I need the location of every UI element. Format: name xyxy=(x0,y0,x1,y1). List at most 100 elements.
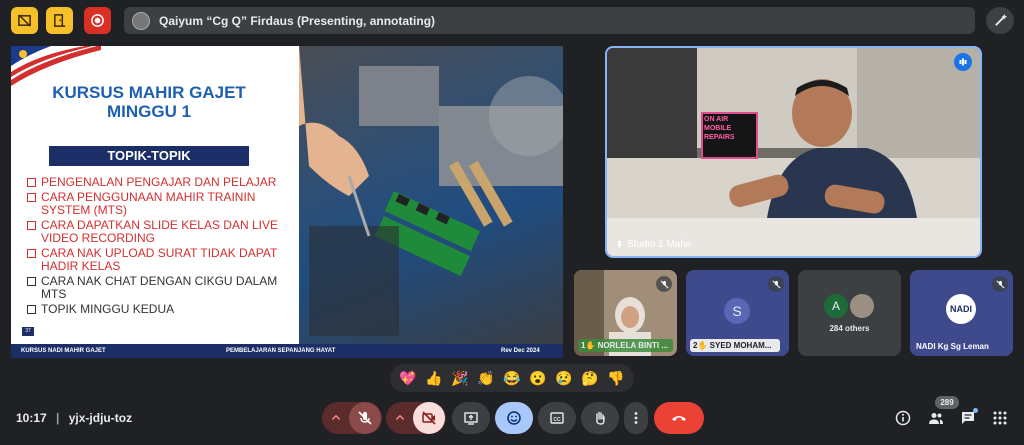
hand-icon: ✋ xyxy=(585,341,598,350)
info-icon xyxy=(895,410,911,426)
captions-icon: CC xyxy=(550,412,564,424)
leave-call-button[interactable] xyxy=(654,402,704,434)
main-video-tile[interactable]: ON AIR MOBILE REPAIRS Studio 1 Mahir xyxy=(605,46,982,258)
nadi-logo: NADI xyxy=(946,294,976,324)
participant-name: NORLELA BINTI ... xyxy=(597,341,669,350)
emoji-icon xyxy=(507,411,521,425)
hand-icon: ✋ xyxy=(697,341,710,350)
reaction-emoji[interactable]: 🎉 xyxy=(451,370,468,387)
mic-off-icon xyxy=(996,280,1004,288)
others-count: 284 others xyxy=(829,324,870,333)
record-icon xyxy=(91,14,104,27)
captions-off-button[interactable] xyxy=(11,7,38,34)
slide-title-line2: MINGGU 1 xyxy=(106,102,192,121)
slide-footer-left: KURSUS NADI MAHIR GAJET xyxy=(21,348,106,354)
raise-hand-button[interactable] xyxy=(581,402,619,434)
meeting-info: 10:17 | yjx-jdju-toz xyxy=(16,411,132,425)
captions-off-icon xyxy=(18,14,31,27)
chevron-up-icon xyxy=(331,414,341,421)
mic-options-chevron[interactable] xyxy=(323,412,349,424)
pen-sparkle-icon xyxy=(994,13,1007,26)
slide-title-line1: KURSUS MAHIR GAJET xyxy=(52,83,246,102)
more-vert-icon xyxy=(634,412,638,424)
meeting-details-button[interactable] xyxy=(894,409,912,427)
topic-item: CARA PENGGUNAAN MAHIR TRAININ SYSTEM (MT… xyxy=(27,190,297,218)
people-button[interactable] xyxy=(927,409,945,427)
reaction-emoji[interactable]: 😮 xyxy=(529,370,546,387)
reactions-bar: 💖 👍 🎉 👏 😂 😮 😢 🤔 👎 xyxy=(390,364,634,392)
present-screen-button[interactable] xyxy=(452,402,490,434)
laptop-repair-photo xyxy=(299,46,563,344)
topik-header: TOPIK-TOPIK xyxy=(49,146,249,166)
participant-count-badge: 289 xyxy=(935,396,959,409)
mic-toggle-button[interactable] xyxy=(349,402,381,434)
unread-dot xyxy=(973,408,978,413)
more-options-button[interactable] xyxy=(624,402,648,434)
camera-toggle-button[interactable] xyxy=(413,402,445,434)
main-tile-name: Studio 1 Mahir xyxy=(615,239,691,250)
mute-indicator xyxy=(768,276,784,292)
pin-icon xyxy=(616,240,623,249)
slide-footer-center: PEMBELAJARAN SEPANJANG HAYAT xyxy=(226,348,336,354)
participant-tile-norlela[interactable]: 1✋ NORLELA BINTI ... xyxy=(574,270,677,356)
mic-off-icon xyxy=(772,280,780,288)
topic-item: CARA DAPATKAN SLIDE KELAS DAN LIVE VIDEO… xyxy=(27,218,297,246)
chevron-up-icon xyxy=(395,414,405,421)
activities-button[interactable] xyxy=(991,409,1009,427)
camera-control[interactable] xyxy=(386,402,446,434)
reaction-emoji[interactable]: 😢 xyxy=(555,370,572,387)
meeting-code: yjx-jdju-toz xyxy=(68,411,133,425)
recording-button[interactable] xyxy=(84,7,111,34)
reaction-emoji[interactable]: 👍 xyxy=(425,370,442,387)
avatar: A xyxy=(824,294,848,318)
neon-text-onair: ON AIR xyxy=(704,116,729,123)
topic-item: CARA NAK CHAT DENGAN CIKGU DALAM MTS xyxy=(27,274,297,302)
topic-item: TOPIK MINGGU KEDUA xyxy=(27,302,297,317)
neon-text-repairs: REPAIRS xyxy=(704,134,735,141)
topic-item: CARA NAK UPLOAD SURAT TIDAK DAPAT HADIR … xyxy=(27,246,297,274)
door-icon xyxy=(54,14,66,27)
end-call-icon xyxy=(672,416,686,421)
reactions-button[interactable] xyxy=(495,402,533,434)
annotate-button[interactable] xyxy=(986,7,1014,34)
mic-off-icon xyxy=(358,411,372,425)
slide-title: KURSUS MAHIR GAJET MINGGU 1 xyxy=(11,83,287,121)
svg-text:CC: CC xyxy=(553,417,561,423)
slide-page-number: 37 xyxy=(22,327,34,336)
mic-off-icon xyxy=(660,280,668,288)
captions-button[interactable]: CC xyxy=(538,402,576,434)
slide-footer-right: Rev Dec 2024 xyxy=(501,348,540,354)
audio-wave-icon xyxy=(959,58,967,66)
topic-list: PENGENALAN PENGAJAR DAN PELAJAR CARA PENG… xyxy=(27,175,297,317)
reaction-emoji[interactable]: 😂 xyxy=(503,370,520,387)
apps-grid-icon xyxy=(993,411,1007,425)
slide-footer: KURSUS NADI MAHIR GAJET PEMBELAJARAN SEP… xyxy=(11,344,563,358)
reaction-emoji[interactable]: 👎 xyxy=(607,370,624,387)
others-tile[interactable]: A 284 others xyxy=(798,270,901,356)
separator: | xyxy=(56,411,60,425)
camera-options-chevron[interactable] xyxy=(387,412,413,424)
microphone-control[interactable] xyxy=(322,402,382,434)
neon-text-mobile: MOBILE xyxy=(704,125,732,132)
participant-name-tag: 1✋ NORLELA BINTI ... xyxy=(578,339,673,352)
chat-button[interactable] xyxy=(959,408,978,427)
presenter-video xyxy=(607,48,980,256)
participant-name: SYED MOHAM... xyxy=(709,341,772,350)
avatar: S xyxy=(724,298,750,324)
main-tile-name-text: Studio 1 Mahir xyxy=(627,239,692,250)
neon-sign: ON AIR MOBILE REPAIRS xyxy=(704,115,735,142)
reaction-emoji[interactable]: 💖 xyxy=(399,370,416,387)
camera-off-icon xyxy=(422,411,436,425)
presenter-avatar xyxy=(132,11,150,30)
topic-item: PENGENALAN PENGAJAR DAN PELAJAR xyxy=(27,175,297,190)
presenter-text: Qaiyum “Cg Q” Firdaus (Presenting, annot… xyxy=(159,13,436,28)
participant-tile-nadi[interactable]: NADI NADI Kg Sg Leman xyxy=(910,270,1013,356)
host-controls-button[interactable] xyxy=(46,7,73,34)
presentation-slide: KURSUS MAHIR GAJET MINGGU 1 TOPIK-TOPIK … xyxy=(11,46,563,358)
participant-tile-syed[interactable]: S 2✋ SYED MOHAM... xyxy=(686,270,789,356)
clock-time: 10:17 xyxy=(16,411,47,425)
reaction-emoji[interactable]: 🤔 xyxy=(581,370,598,387)
reaction-emoji[interactable]: 👏 xyxy=(477,370,494,387)
mute-indicator xyxy=(992,276,1008,292)
speaking-indicator xyxy=(954,53,972,71)
